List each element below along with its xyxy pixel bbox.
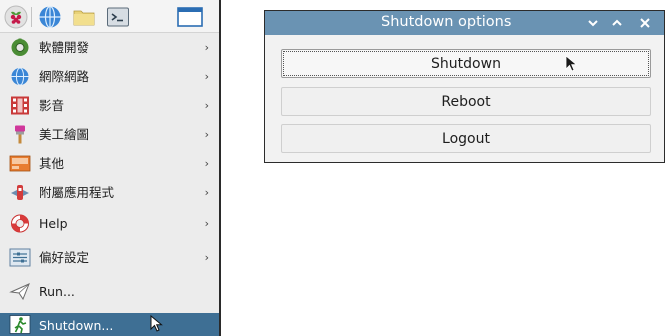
menu-item-programming[interactable]: 軟體開發 › xyxy=(0,35,219,60)
submenu-arrow-icon: › xyxy=(204,41,209,54)
web-browser-globe-icon[interactable] xyxy=(38,5,62,29)
menu-item-other[interactable]: 其他 › xyxy=(0,151,219,176)
reboot-button[interactable]: Reboot xyxy=(281,87,651,116)
menu-item-label: 軟體開發 xyxy=(39,40,90,55)
application-menu: 軟體開發 › 網際網路 › 影音 › 美工繪圖 › 其他 › 附屬應用程式 › … xyxy=(0,0,221,336)
menu-item-shutdown[interactable]: Shutdown... xyxy=(0,313,219,336)
menu-item-label: 網際網路 xyxy=(39,69,90,84)
menu-item-preferences[interactable]: 偏好設定 › xyxy=(0,245,219,270)
menu-item-label: 附屬應用程式 xyxy=(39,185,115,200)
other-icon xyxy=(9,155,31,172)
internet-globe-icon xyxy=(11,67,29,86)
menu-item-label: 美工繪圖 xyxy=(39,127,90,142)
maximize-caret-icon[interactable] xyxy=(608,14,626,32)
taskbar-separator xyxy=(31,7,32,27)
menu-item-label: 偏好設定 xyxy=(39,250,90,265)
graphics-brush-icon xyxy=(15,125,25,144)
file-manager-folder-icon[interactable] xyxy=(72,5,96,29)
menu-item-graphics[interactable]: 美工繪圖 › xyxy=(0,122,219,147)
submenu-arrow-icon: › xyxy=(204,251,209,264)
close-x-icon[interactable] xyxy=(636,14,654,32)
shutdown-options-dialog: Shutdown options Shutdown Reboot Logout xyxy=(264,10,665,163)
help-lifebuoy-icon xyxy=(11,214,29,233)
menu-item-label: Shutdown... xyxy=(39,318,114,333)
dialog-title: Shutdown options xyxy=(381,14,512,30)
menu-item-label: Run... xyxy=(39,284,75,299)
menu-item-internet[interactable]: 網際網路 › xyxy=(0,64,219,89)
taskbar xyxy=(0,0,219,33)
mouse-cursor-icon xyxy=(150,315,163,332)
submenu-arrow-icon: › xyxy=(204,70,209,83)
preferences-icon xyxy=(9,248,31,267)
minimize-chevron-icon[interactable] xyxy=(584,14,602,32)
run-paper-plane-icon xyxy=(9,283,30,301)
menu-item-accessories[interactable]: 附屬應用程式 › xyxy=(0,180,219,205)
terminal-icon[interactable] xyxy=(106,5,130,29)
programming-icon xyxy=(11,38,29,56)
window-task-icon[interactable] xyxy=(176,5,206,29)
menu-item-label: Help xyxy=(39,216,68,231)
shutdown-exit-icon xyxy=(9,315,31,334)
submenu-arrow-icon: › xyxy=(204,186,209,199)
sound-video-icon xyxy=(11,96,29,115)
accessories-icon xyxy=(11,185,29,200)
menu-list: 軟體開發 › 網際網路 › 影音 › 美工繪圖 › 其他 › 附屬應用程式 › … xyxy=(0,33,219,336)
shutdown-button[interactable]: Shutdown xyxy=(281,49,651,78)
menu-item-label: 影音 xyxy=(39,98,65,113)
submenu-arrow-icon: › xyxy=(204,99,209,112)
menu-item-sound-video[interactable]: 影音 › xyxy=(0,93,219,118)
dialog-titlebar[interactable]: Shutdown options xyxy=(265,11,664,35)
submenu-arrow-icon: › xyxy=(204,217,209,230)
raspberry-menu-icon[interactable] xyxy=(4,5,28,29)
menu-item-help[interactable]: Help › xyxy=(0,211,219,236)
mouse-cursor-icon xyxy=(565,55,578,72)
submenu-arrow-icon: › xyxy=(204,157,209,170)
logout-button[interactable]: Logout xyxy=(281,124,651,153)
menu-item-label: 其他 xyxy=(39,156,65,171)
submenu-arrow-icon: › xyxy=(204,128,209,141)
menu-item-run[interactable]: Run... xyxy=(0,279,219,304)
